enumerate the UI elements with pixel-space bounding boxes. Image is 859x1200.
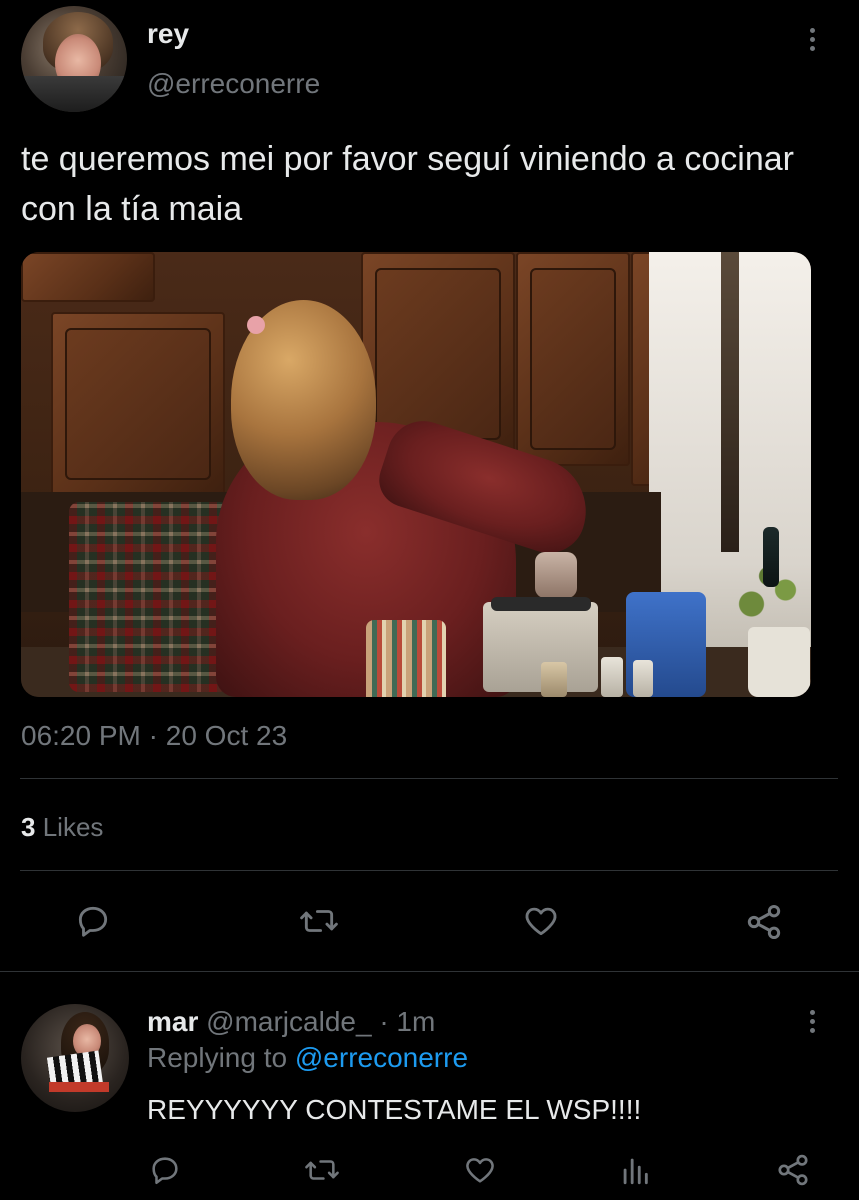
reply-header: mar @marjcalde_ · 1m <box>147 1006 435 1038</box>
replying-to-label: Replying to <box>147 1042 288 1073</box>
tweet-date: 20 Oct 23 <box>165 720 288 751</box>
reply-retweet-icon[interactable] <box>303 1153 341 1187</box>
likes-label: Likes <box>42 812 104 842</box>
reply-more-options-icon[interactable] <box>810 1010 815 1033</box>
replying-to: Replying to @erreconerre <box>147 1042 468 1074</box>
retweet-icon[interactable] <box>298 902 340 940</box>
tweet-timestamp[interactable]: 06:20 PM · 20 Oct 23 <box>21 720 287 752</box>
reply-analytics-icon[interactable] <box>620 1153 650 1187</box>
tweet-text: te queremos mei por favor seguí viniendo… <box>21 140 794 228</box>
author-avatar[interactable] <box>21 6 127 112</box>
tweet-time: 06:20 PM <box>21 720 141 751</box>
author-name[interactable]: rey <box>147 18 189 50</box>
reply-time-separator: · <box>379 1006 389 1037</box>
timestamp-separator: · <box>148 720 158 751</box>
reply-like-icon[interactable] <box>462 1153 498 1187</box>
reply-author-name[interactable]: mar <box>147 1006 198 1037</box>
like-icon[interactable] <box>521 902 561 940</box>
reply-time-ago[interactable]: 1m <box>396 1006 435 1037</box>
kitchen-photo[interactable] <box>21 252 811 697</box>
divider <box>20 870 838 871</box>
replying-to-handle[interactable]: @erreconerre <box>295 1042 468 1073</box>
reply-author-avatar[interactable] <box>21 1004 129 1112</box>
likes-stat[interactable]: 3 Likes <box>21 812 103 843</box>
reply-text: REYYYYYY CONTESTAME EL WSP!!!! <box>147 1094 642 1125</box>
more-options-icon[interactable] <box>810 28 815 51</box>
divider <box>20 778 838 779</box>
divider <box>0 971 859 972</box>
reply-share-icon[interactable] <box>775 1152 811 1188</box>
reply-icon[interactable] <box>74 902 112 940</box>
reply-author-handle[interactable]: @marjcalde_ <box>206 1006 371 1037</box>
likes-count: 3 <box>21 812 36 842</box>
share-icon[interactable] <box>744 902 784 942</box>
author-handle[interactable]: @erreconerre <box>147 68 320 100</box>
reply-reply-icon[interactable] <box>148 1153 182 1187</box>
